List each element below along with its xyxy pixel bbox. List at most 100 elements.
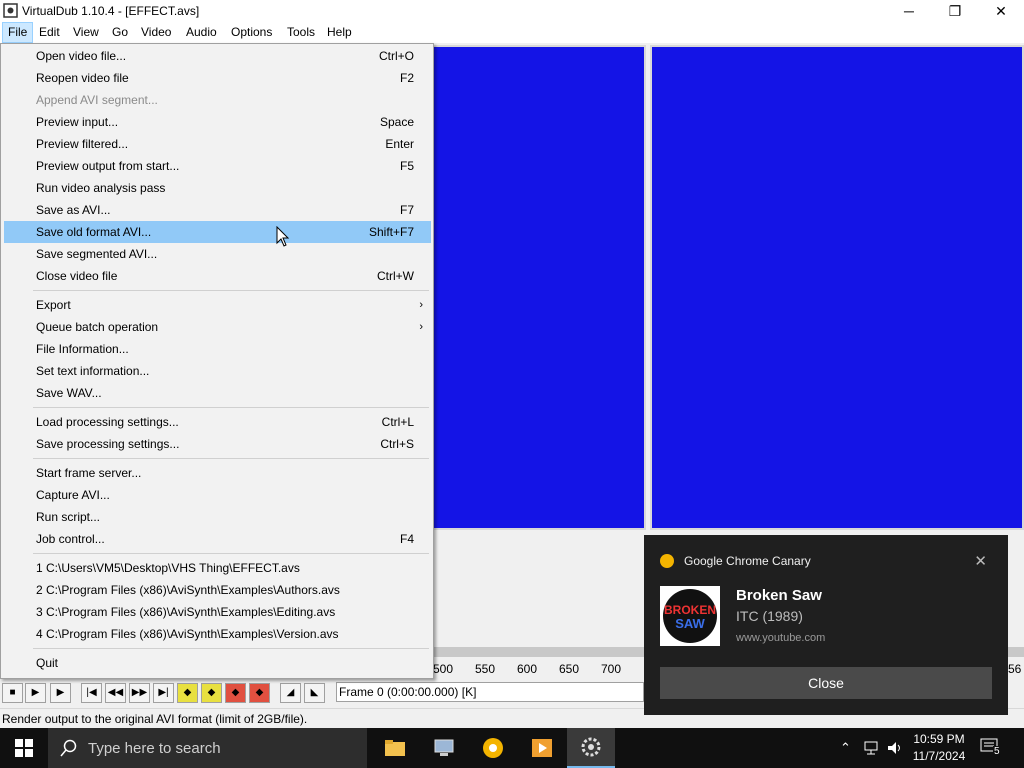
menu-separator xyxy=(33,648,429,649)
menu-item-reopen-video-file[interactable]: Reopen video file F2 xyxy=(4,67,431,89)
network-icon[interactable] xyxy=(862,740,880,756)
menu-item-save-as-avi[interactable]: Save as AVI... F7 xyxy=(4,199,431,221)
menu-separator xyxy=(33,458,429,459)
next-keyframe-button[interactable]: ◆ xyxy=(201,683,222,703)
taskbar-virtualdub[interactable] xyxy=(567,728,615,768)
timeline-tick: 600 xyxy=(517,662,538,676)
step-back-button[interactable]: ◀◀ xyxy=(105,683,126,703)
computer-icon xyxy=(434,739,454,756)
submenu-arrow-icon: › xyxy=(419,299,423,311)
menu-audio[interactable]: Audio xyxy=(181,22,222,43)
search-placeholder: Type here to search xyxy=(88,740,221,757)
taskbar-chrome-canary[interactable] xyxy=(469,728,517,768)
frame-position-field[interactable]: Frame 0 (0:00:00.000) [K] xyxy=(336,682,644,702)
menu-item-preview-filtered[interactable]: Preview filtered... Enter xyxy=(4,133,431,155)
next-scene-button[interactable]: ◆ xyxy=(249,683,270,703)
menu-item-set-text-information[interactable]: Set text information... xyxy=(4,360,431,382)
minimize-button[interactable]: ─ xyxy=(886,0,932,22)
menu-item-recent-file-1[interactable]: 1 C:\Users\VM5\Desktop\VHS Thing\EFFECT.… xyxy=(4,557,431,579)
close-window-button[interactable]: ✕ xyxy=(978,0,1024,22)
menu-video[interactable]: Video xyxy=(136,22,176,43)
notification-subtitle: ITC (1989) xyxy=(736,608,803,624)
action-center-button[interactable]: 5 xyxy=(980,738,1004,758)
menu-item-preview-output[interactable]: Preview output from start... F5 xyxy=(4,155,431,177)
notification-app-name: Google Chrome Canary xyxy=(684,554,811,568)
file-menu-dropdown: Open video file... Ctrl+O Reopen video fi… xyxy=(0,43,434,679)
menu-item-run-analysis-pass[interactable]: Run video analysis pass xyxy=(4,177,431,199)
mark-in-button[interactable]: ◢ xyxy=(280,683,301,703)
menu-item-export[interactable]: Export › xyxy=(4,294,431,316)
taskbar-app-2[interactable] xyxy=(420,728,468,768)
menu-item-save-segmented-avi[interactable]: Save segmented AVI... xyxy=(4,243,431,265)
media-player-icon xyxy=(532,739,552,757)
play-output-button[interactable]: ▶ xyxy=(50,683,71,703)
menu-item-save-old-format-avi[interactable]: Save old format AVI... Shift+F7 xyxy=(4,221,431,243)
volume-icon[interactable] xyxy=(886,740,904,756)
taskbar-file-explorer[interactable] xyxy=(371,728,419,768)
windows-logo-icon xyxy=(15,739,33,757)
menu-item-run-script[interactable]: Run script... xyxy=(4,506,431,528)
prev-scene-button[interactable]: ◆ xyxy=(225,683,246,703)
step-forward-button[interactable]: ▶▶ xyxy=(129,683,150,703)
restore-button[interactable]: ❐ xyxy=(932,0,978,22)
menu-item-file-information[interactable]: File Information... xyxy=(4,338,431,360)
folder-icon xyxy=(385,740,405,756)
timeline-tick: 650 xyxy=(559,662,580,676)
menu-tools[interactable]: Tools xyxy=(282,22,320,43)
start-button[interactable] xyxy=(0,728,48,768)
menu-options[interactable]: Options xyxy=(226,22,277,43)
output-video-pane[interactable] xyxy=(650,45,1024,530)
menu-go[interactable]: Go xyxy=(107,22,133,43)
menu-item-preview-input[interactable]: Preview input... Space xyxy=(4,111,431,133)
window-title: VirtualDub 1.10.4 - [EFFECT.avs] xyxy=(22,4,200,18)
taskbar-clock[interactable]: 10:59 PM 11/7/2024 xyxy=(912,731,966,765)
clock-date: 11/7/2024 xyxy=(912,749,966,763)
menu-item-save-processing-settings[interactable]: Save processing settings... Ctrl+S xyxy=(4,433,431,455)
notification-title: Broken Saw xyxy=(736,587,822,604)
stop-button[interactable]: ■ xyxy=(2,683,23,703)
title-bar: VirtualDub 1.10.4 - [EFFECT.avs] ─ ❐ ✕ xyxy=(0,0,1024,22)
taskbar: Type here to search ⌃ 10:59 PM 11/7/2024… xyxy=(0,728,1024,768)
notification-count-badge: 5 xyxy=(993,746,1001,757)
notification-source: www.youtube.com xyxy=(736,632,826,644)
menu-item-start-frame-server[interactable]: Start frame server... xyxy=(4,462,431,484)
menu-item-recent-file-3[interactable]: 3 C:\Program Files (x86)\AviSynth\Exampl… xyxy=(4,601,431,623)
menu-item-open-video-file[interactable]: Open video file... Ctrl+O xyxy=(4,45,431,67)
chrome-canary-icon xyxy=(660,554,674,568)
video-thumbnail: BROKEN SAW xyxy=(660,586,720,646)
menu-separator xyxy=(33,290,429,291)
notification-close-button[interactable]: Close xyxy=(660,667,992,699)
taskbar-search-box[interactable]: Type here to search xyxy=(48,728,367,768)
menu-item-job-control[interactable]: Job control... F4 xyxy=(4,528,431,550)
prev-keyframe-button[interactable]: ◆ xyxy=(177,683,198,703)
menu-item-capture-avi[interactable]: Capture AVI... xyxy=(4,484,431,506)
chrome-canary-icon xyxy=(483,738,503,758)
timeline-tick: 56 xyxy=(1008,662,1022,676)
show-hidden-icons-chevron-icon[interactable]: ⌃ xyxy=(840,740,851,756)
menu-view[interactable]: View xyxy=(68,22,104,43)
menu-item-load-processing-settings[interactable]: Load processing settings... Ctrl+L xyxy=(4,411,431,433)
menu-item-save-wav[interactable]: Save WAV... xyxy=(4,382,431,404)
menu-file[interactable]: File xyxy=(2,22,34,43)
play-input-button[interactable]: ▶ xyxy=(25,683,46,703)
menu-item-quit[interactable]: Quit xyxy=(4,652,431,674)
menu-item-recent-file-4[interactable]: 4 C:\Program Files (x86)\AviSynth\Exampl… xyxy=(4,623,431,645)
mark-out-button[interactable]: ◣ xyxy=(304,683,325,703)
menu-item-close-video-file[interactable]: Close video file Ctrl+W xyxy=(4,265,431,287)
submenu-arrow-icon: › xyxy=(419,321,423,333)
virtualdub-app-icon[interactable] xyxy=(3,3,18,18)
timeline-tick: 700 xyxy=(601,662,622,676)
menu-edit[interactable]: Edit xyxy=(34,22,65,43)
notification-toast[interactable]: Google Chrome Canary ✕ BROKEN SAW Broken… xyxy=(644,535,1008,715)
go-end-button[interactable]: ▶| xyxy=(153,683,174,703)
menu-item-recent-file-2[interactable]: 2 C:\Program Files (x86)\AviSynth\Exampl… xyxy=(4,579,431,601)
taskbar-media-app[interactable] xyxy=(518,728,566,768)
menu-bar: File Edit View Go Video Audio Options To… xyxy=(0,22,1024,43)
menu-help[interactable]: Help xyxy=(322,22,357,43)
dismiss-notification-button[interactable]: ✕ xyxy=(974,552,987,570)
menu-item-queue-batch[interactable]: Queue batch operation › xyxy=(4,316,431,338)
menu-separator xyxy=(33,553,429,554)
go-start-button[interactable]: |◀ xyxy=(81,683,102,703)
pane-divider[interactable] xyxy=(646,43,650,530)
clock-time: 10:59 PM xyxy=(913,732,965,746)
